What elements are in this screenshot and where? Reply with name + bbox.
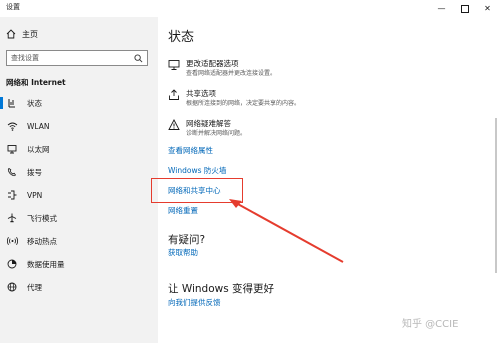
watermark: 知乎 @CCIE bbox=[402, 319, 459, 330]
scrollbar[interactable] bbox=[495, 118, 497, 273]
get-help-link[interactable]: 获取帮助 bbox=[168, 247, 198, 258]
feedback-heading: 让 Windows 变得更好 bbox=[168, 283, 275, 295]
questions-heading: 有疑问? bbox=[168, 234, 206, 246]
feedback-link[interactable]: 向我们提供反馈 bbox=[168, 297, 221, 308]
